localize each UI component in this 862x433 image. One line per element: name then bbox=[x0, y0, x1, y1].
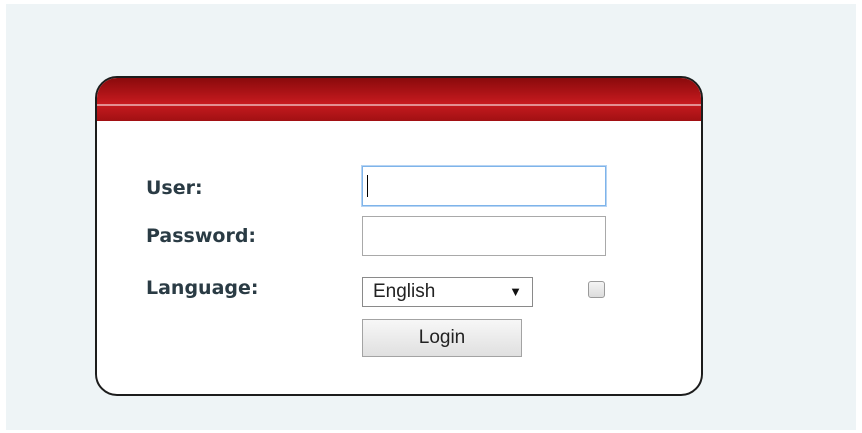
login-button[interactable]: Login bbox=[362, 319, 522, 357]
header-highlight-line bbox=[97, 104, 701, 106]
panel-header-bar bbox=[97, 78, 701, 121]
user-label: User: bbox=[146, 177, 203, 199]
page-background: User: Password: Language: English ▼ Logi… bbox=[6, 4, 856, 430]
password-input[interactable] bbox=[362, 216, 606, 256]
language-selected-value: English bbox=[373, 281, 436, 302]
remember-checkbox[interactable] bbox=[588, 281, 605, 298]
text-caret bbox=[367, 175, 368, 197]
user-input[interactable] bbox=[362, 166, 606, 206]
login-panel: User: Password: Language: English ▼ Logi… bbox=[95, 76, 703, 396]
language-select[interactable]: English ▼ bbox=[362, 277, 533, 307]
password-label: Password: bbox=[146, 225, 257, 247]
chevron-down-icon: ▼ bbox=[509, 284, 522, 299]
language-label: Language: bbox=[146, 277, 259, 299]
